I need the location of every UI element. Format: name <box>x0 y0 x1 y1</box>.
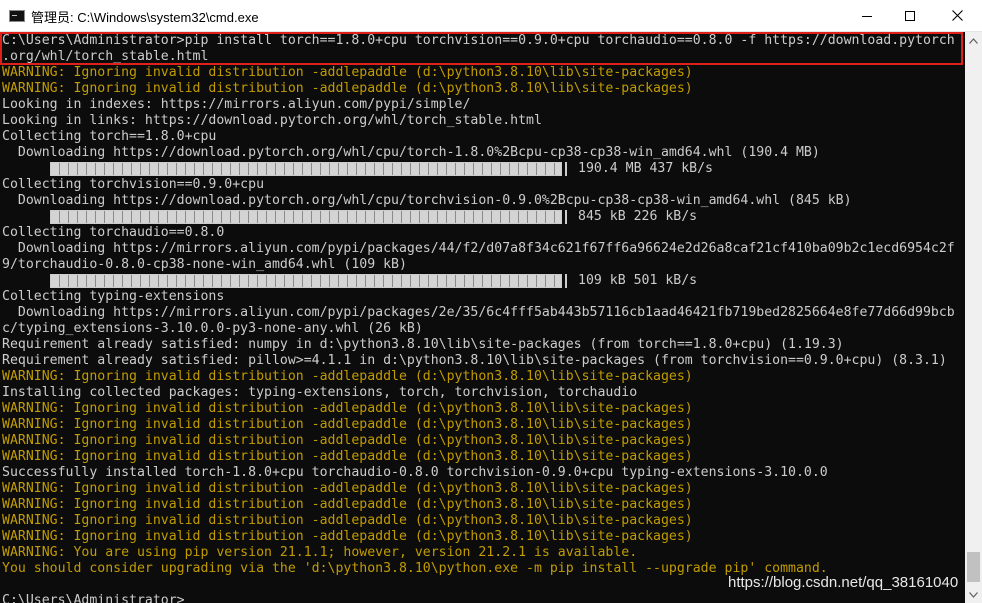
console-warning-line: You should consider upgrading via the 'd… <box>2 561 828 576</box>
console-line: c/typing_extensions-3.10.0.0-py3-none-an… <box>2 321 423 336</box>
scroll-up-icon <box>969 37 978 44</box>
console-line: Collecting torchvision==0.9.0+cpu <box>2 177 265 192</box>
console-line: Downloading https://mirrors.aliyun.com/p… <box>2 305 955 320</box>
maximize-icon <box>905 10 915 21</box>
console-line: C:\Users\Administrator>pip install torch… <box>2 33 955 48</box>
console-warning-line: WARNING: Ignoring invalid distribution -… <box>2 481 693 496</box>
console-warning-line: WARNING: Ignoring invalid distribution -… <box>2 81 693 96</box>
progress-stats: 190.4 MB 437 kB/s <box>578 161 713 176</box>
console-warning-line: WARNING: Ignoring invalid distribution -… <box>2 65 693 80</box>
console-warning-line: WARNING: Ignoring invalid distribution -… <box>2 417 693 432</box>
close-button[interactable] <box>934 0 980 31</box>
console-warning-line: WARNING: You are using pip version 21.1.… <box>2 545 638 560</box>
minimize-icon <box>862 15 872 17</box>
watermark: https://blog.csdn.net/qq_38161040 <box>728 574 959 591</box>
console-warning-line: WARNING: Ignoring invalid distribution -… <box>2 433 693 448</box>
progress-stats: 109 kB 501 kB/s <box>578 273 698 288</box>
console-line: Downloading https://download.pytorch.org… <box>2 145 820 160</box>
console-line: Downloading https://mirrors.aliyun.com/p… <box>2 241 955 256</box>
scroll-up-button[interactable] <box>965 32 982 49</box>
console-line: Requirement already satisfied: numpy in … <box>2 337 844 352</box>
window-title: 管理员: C:\Windows\system32\cmd.exe <box>31 10 259 25</box>
scroll-thumb[interactable] <box>967 552 980 582</box>
console-line: Collecting typing-extensions <box>2 289 225 304</box>
title-bar[interactable]: 管理员: C:\Windows\system32\cmd.exe <box>0 0 982 32</box>
console-line: Collecting torchaudio==0.8.0 <box>2 225 225 240</box>
console-warning-line: WARNING: Ignoring invalid distribution -… <box>2 369 693 384</box>
console-warning-line: WARNING: Ignoring invalid distribution -… <box>2 401 693 416</box>
console-line: C:\Users\Administrator> <box>2 593 185 603</box>
console-warning-line: WARNING: Ignoring invalid distribution -… <box>2 529 693 544</box>
console-warning-line: WARNING: Ignoring invalid distribution -… <box>2 513 693 528</box>
progress-bar-end <box>565 274 567 288</box>
console-line: Collecting torch==1.8.0+cpu <box>2 129 217 144</box>
console-warning-line: WARNING: Ignoring invalid distribution -… <box>2 497 693 512</box>
close-icon <box>951 10 963 21</box>
download-progress-bar <box>50 210 562 224</box>
cmd-icon <box>9 10 25 22</box>
scroll-down-icon <box>969 591 978 598</box>
console-warning-line: WARNING: Ignoring invalid distribution -… <box>2 449 693 464</box>
console-line: 9/torchaudio-0.8.0-cp38-none-win_amd64.w… <box>2 257 407 272</box>
console-line: Successfully installed torch-1.8.0+cpu t… <box>2 465 828 480</box>
download-progress-bar <box>50 274 562 288</box>
scroll-down-button[interactable] <box>965 586 982 603</box>
download-progress-bar <box>50 162 562 176</box>
console-line: Downloading https://download.pytorch.org… <box>2 193 852 208</box>
progress-stats: 845 kB 226 kB/s <box>578 209 698 224</box>
vertical-scrollbar[interactable] <box>965 32 982 603</box>
console-output[interactable]: C:\Users\Administrator>pip install torch… <box>0 32 965 603</box>
console-line: Looking in links: https://download.pytor… <box>2 113 542 128</box>
console-line: Installing collected packages: typing-ex… <box>2 385 638 400</box>
progress-bar-end <box>565 162 567 176</box>
minimize-button[interactable] <box>844 0 890 31</box>
console-line: Requirement already satisfied: pillow>=4… <box>2 353 947 368</box>
console-line: Looking in indexes: https://mirrors.aliy… <box>2 97 471 112</box>
progress-bar-end <box>565 210 567 224</box>
console-line: .org/whl/torch_stable.html <box>2 49 209 64</box>
maximize-button[interactable] <box>887 0 933 31</box>
